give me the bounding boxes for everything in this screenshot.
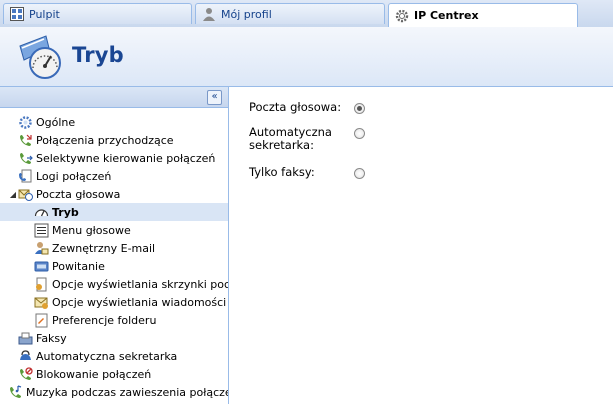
sidebar-item-label: Ogólne	[36, 115, 76, 129]
option-automatyczna-sekretarka: Automatyczna sekretarka:	[249, 126, 365, 152]
incoming-call-icon	[20, 134, 32, 146]
sidebar-toolbar: «	[0, 87, 228, 108]
option-tylko-faksy: Tylko faksy:	[249, 166, 365, 179]
radio-poczta-glosowa[interactable]	[354, 103, 365, 114]
voicemail-icon	[18, 189, 33, 201]
sidebar-item-label: Poczta głosowa	[36, 187, 121, 201]
sidebar-item-menu-glosowe[interactable]: Menu głosowe	[0, 221, 228, 239]
sidebar-item-poczta-glosowa[interactable]: ◢ Poczta głosowa	[0, 185, 228, 203]
sidebar-item-label: Menu głosowe	[52, 223, 131, 237]
sidebar: « Ogólne Połączenia przychodzące Selekty…	[0, 87, 229, 404]
sidebar-item-preferencje-folderu[interactable]: Preferencje folderu	[0, 311, 228, 329]
page-title: Tryb	[72, 43, 124, 67]
menu-list-icon	[34, 223, 49, 237]
sidebar-item-label: Zewnętrzny E-mail	[52, 241, 156, 255]
sidebar-item-opcje-skrzynki[interactable]: Opcje wyświetlania skrzynki poczto	[0, 275, 228, 293]
sidebar-item-ogolne[interactable]: Ogólne	[0, 113, 228, 131]
radio-automatyczna-sekretarka[interactable]	[354, 128, 365, 139]
call-routing-icon	[20, 152, 33, 164]
page-header: Tryb	[0, 27, 613, 87]
sidebar-item-polaczenia-przychodzace[interactable]: Połączenia przychodzące	[0, 131, 228, 149]
message-options-icon	[34, 297, 48, 309]
sidebar-item-label: Opcje wyświetlania wiadomości	[52, 295, 227, 309]
option-label: Tylko faksy:	[249, 165, 315, 179]
option-label: Poczta głosowa:	[249, 100, 342, 114]
sidebar-item-label: Powitanie	[52, 259, 105, 273]
folder-preferences-icon	[35, 313, 48, 327]
dashboard-icon	[10, 7, 24, 21]
tab-moj-profil[interactable]: Mój profil	[195, 3, 385, 24]
sidebar-item-label: Logi połączeń	[36, 169, 112, 183]
sidebar-item-opcje-wiadomosci[interactable]: Opcje wyświetlania wiadomości	[0, 293, 228, 311]
gear-icon	[395, 9, 409, 22]
sidebar-item-label: Automatyczna sekretarka	[36, 349, 178, 363]
gauge-icon	[34, 208, 49, 216]
answering-machine-icon	[20, 349, 31, 360]
greeting-icon	[34, 261, 49, 271]
sidebar-item-label: Muzyka podczas zawieszenia połączer	[26, 385, 228, 399]
sidebar-item-label: Blokowanie połączeń	[36, 367, 152, 381]
collapse-sidebar-button[interactable]: «	[207, 90, 222, 105]
tab-label: Pulpit	[29, 7, 60, 21]
sidebar-item-automatyczna-sekretarka[interactable]: Automatyczna sekretarka	[0, 347, 228, 365]
sidebar-item-muzyka-zawieszenia[interactable]: Muzyka podczas zawieszenia połączer	[0, 383, 228, 401]
option-poczta-glosowa: Poczta głosowa:	[249, 101, 365, 114]
sidebar-item-faksy[interactable]: Faksy	[0, 329, 228, 347]
tab-pulpit[interactable]: Pulpit	[3, 3, 192, 24]
call-log-icon	[19, 169, 32, 182]
sidebar-item-label: Preferencje folderu	[52, 313, 157, 327]
sidebar-item-powitanie[interactable]: Powitanie	[0, 257, 228, 275]
radio-tylko-faksy[interactable]	[354, 168, 365, 179]
tab-label: Mój profil	[221, 7, 272, 21]
fax-icon	[18, 332, 33, 344]
sidebar-item-label: Selektywne kierowanie połączeń	[36, 151, 216, 165]
mailbox-options-icon	[36, 277, 47, 291]
navigation-tree: Ogólne Połączenia przychodzące Selektywn…	[0, 113, 228, 401]
sidebar-item-tryb[interactable]: Tryb	[0, 203, 228, 221]
user-icon	[203, 8, 215, 21]
option-label: Automatyczna sekretarka:	[249, 125, 332, 152]
email-user-icon	[35, 241, 49, 254]
tab-ip-centrex[interactable]: IP Centrex	[388, 3, 578, 27]
sidebar-item-selektywne-kierowanie[interactable]: Selektywne kierowanie połączeń	[0, 149, 228, 167]
music-on-hold-icon	[10, 384, 22, 398]
settings-icon	[19, 115, 32, 129]
sidebar-item-label: Połączenia przychodzące	[36, 133, 174, 147]
mode-form: Poczta głosowa: Automatyczna sekretarka:…	[229, 87, 613, 404]
sidebar-item-zewnetrzny-email[interactable]: Zewnętrzny E-mail	[0, 239, 228, 257]
voicemail-mode-icon	[19, 35, 61, 79]
tab-label: IP Centrex	[414, 9, 479, 22]
call-block-icon	[20, 366, 33, 380]
sidebar-item-label: Faksy	[36, 331, 67, 345]
sidebar-item-label: Opcje wyświetlania skrzynki poczto	[52, 277, 228, 291]
sidebar-item-label: Tryb	[52, 205, 79, 219]
sidebar-item-blokowanie-polaczen[interactable]: Blokowanie połączeń	[0, 365, 228, 383]
expanded-arrow-icon[interactable]: ◢	[8, 190, 18, 199]
sidebar-item-logi-polaczen[interactable]: Logi połączeń	[0, 167, 228, 185]
top-tab-bar: Pulpit Mój profil IP Centrex	[0, 0, 613, 28]
